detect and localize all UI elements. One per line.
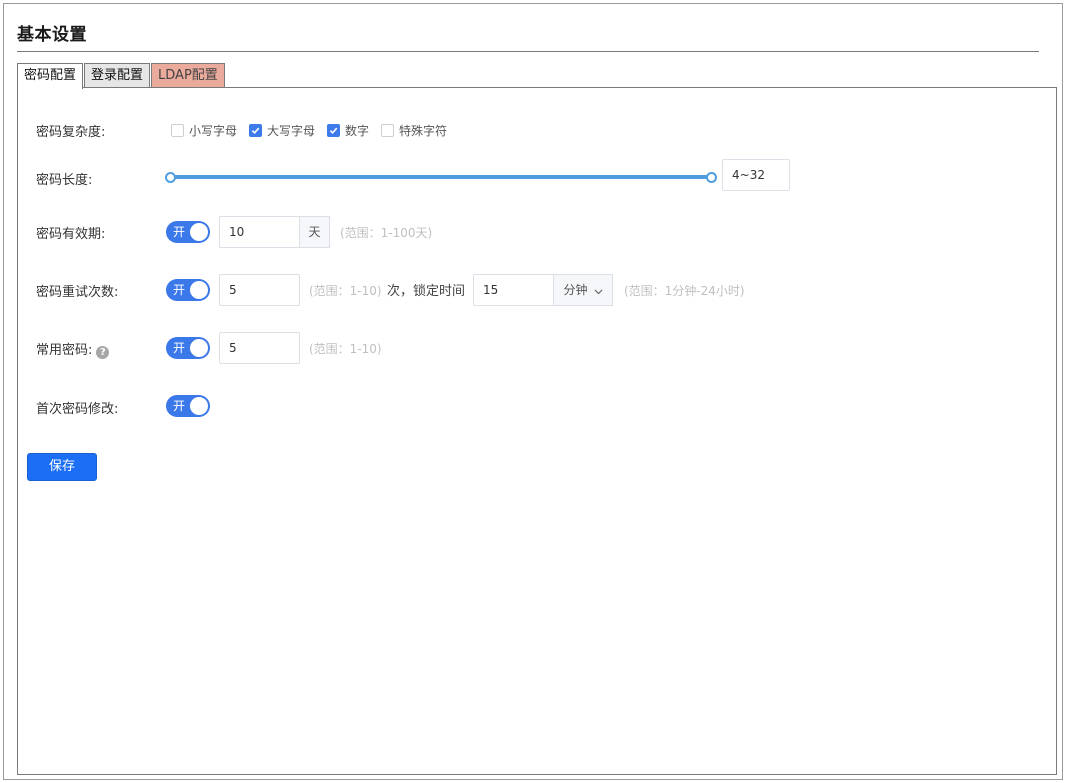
retry-switch[interactable]: 开 (166, 279, 210, 301)
retry-switch-knob (190, 281, 208, 299)
checkbox-uppercase[interactable]: 大写字母 (249, 122, 315, 139)
retry-count-input[interactable]: 5 (219, 274, 300, 306)
common-password-label: 常用密码: (36, 343, 93, 358)
password-config-panel: 密码复杂度: 小写字母 大写字母 数字 特殊字符 密码长度: 4~32 密码有效… (17, 87, 1057, 775)
tab-bar: 密码配置 登录配置 LDAP配置 (17, 63, 226, 89)
complexity-options: 小写字母 大写字母 数字 特殊字符 (171, 122, 459, 139)
first-change-switch-knob (190, 397, 208, 415)
validity-unit-addon: 天 (299, 216, 330, 248)
common-password-label-row: 常用密码:? (36, 339, 110, 359)
checkbox-special[interactable]: 特殊字符 (381, 122, 447, 139)
first-change-switch-text: 开 (173, 399, 186, 413)
chevron-down-icon (594, 276, 603, 306)
retry-switch-text: 开 (173, 283, 186, 297)
checkbox-lowercase-label: 小写字母 (189, 124, 238, 138)
validity-switch-text: 开 (173, 225, 186, 239)
validity-label: 密码有效期: (36, 227, 106, 242)
checkbox-lowercase[interactable]: 小写字母 (171, 122, 237, 139)
checkbox-special-label: 特殊字符 (399, 124, 448, 138)
checkbox-uppercase-label: 大写字母 (267, 124, 316, 138)
tab-login-config[interactable]: 登录配置 (84, 63, 151, 88)
save-button[interactable]: 保存 (27, 453, 97, 481)
common-password-input[interactable]: 5 (219, 332, 300, 364)
common-password-switch-knob (190, 339, 208, 357)
retry-hint: (范围：1-10) (309, 284, 382, 298)
retry-label: 密码重试次数: (36, 285, 119, 300)
validity-days-input[interactable]: 10 (219, 216, 300, 248)
lock-unit-select[interactable]: 分钟 (553, 274, 613, 306)
validity-hint: (范围：1-100天) (340, 226, 433, 240)
checkbox-digits[interactable]: 数字 (327, 122, 369, 139)
lock-unit-label: 分钟 (563, 283, 588, 297)
length-slider-track[interactable] (171, 175, 712, 179)
length-slider-min-handle[interactable] (165, 172, 176, 183)
validity-switch[interactable]: 开 (166, 221, 210, 243)
common-password-switch[interactable]: 开 (166, 337, 210, 359)
title-divider (17, 51, 1039, 52)
complexity-label: 密码复杂度: (36, 125, 106, 140)
common-password-switch-text: 开 (173, 341, 186, 355)
tab-ldap-config[interactable]: LDAP配置 (151, 63, 225, 88)
checkbox-lowercase-box[interactable] (171, 124, 184, 137)
lock-time-text: 次，锁定时间 (387, 284, 466, 299)
window-frame: 基本设置 密码配置 登录配置 LDAP配置 密码复杂度: 小写字母 大写字母 数… (3, 3, 1063, 780)
length-slider-max-handle[interactable] (706, 172, 717, 183)
tab-password-config[interactable]: 密码配置 (17, 63, 84, 89)
checkbox-uppercase-box[interactable] (249, 124, 263, 137)
question-circle-icon[interactable]: ? (96, 346, 110, 359)
length-range-display: 4~32 (722, 159, 790, 191)
lock-time-hint: (范围：1分钟-24小时) (624, 284, 745, 298)
common-password-hint: (范围：1-10) (309, 342, 382, 356)
first-change-switch[interactable]: 开 (166, 395, 210, 417)
validity-switch-knob (190, 223, 208, 241)
checkbox-special-box[interactable] (381, 124, 395, 137)
lock-time-input[interactable]: 15 (473, 274, 554, 306)
length-label: 密码长度: (36, 173, 93, 188)
page-title: 基本设置 (17, 25, 87, 45)
first-change-label: 首次密码修改: (36, 402, 119, 417)
checkbox-digits-label: 数字 (345, 124, 370, 138)
checkbox-digits-box[interactable] (327, 124, 341, 137)
